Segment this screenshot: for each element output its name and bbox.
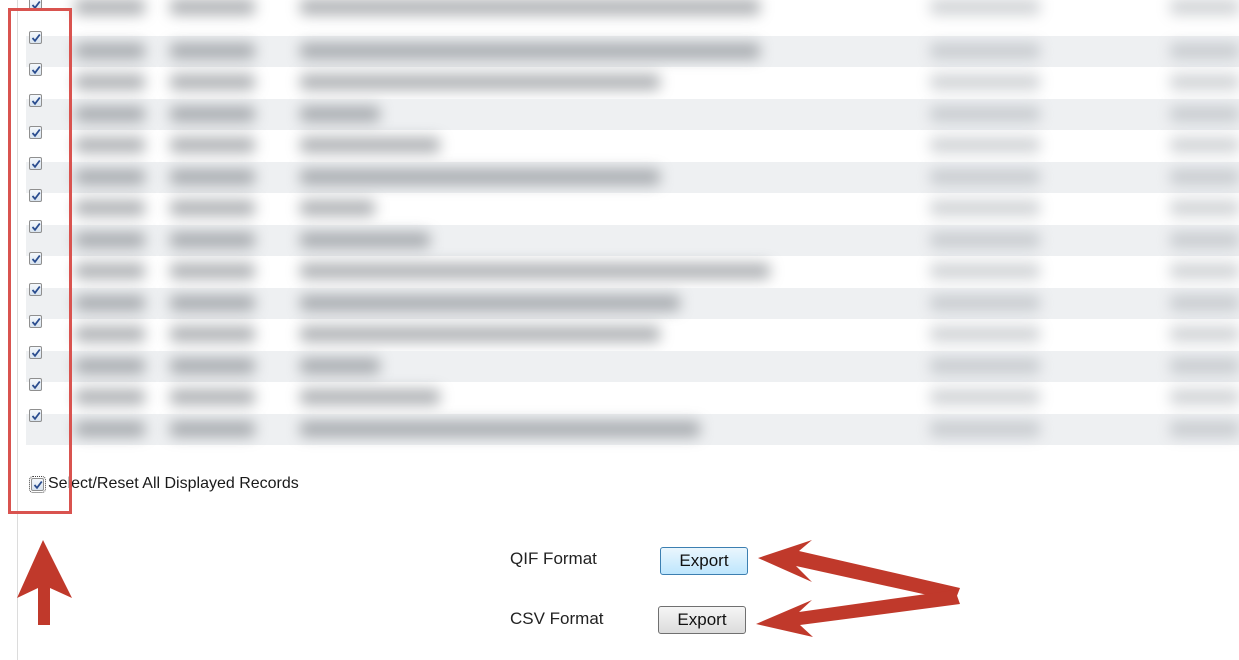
redacted-cell	[75, 42, 145, 59]
select-all-label: Select/Reset All Displayed Records	[48, 475, 299, 492]
table-row	[26, 287, 1239, 319]
redacted-cell	[930, 200, 1040, 216]
table-row	[26, 350, 1239, 382]
table-row	[26, 98, 1239, 130]
redacted-cell	[1170, 263, 1239, 279]
redacted-cell	[1170, 326, 1239, 342]
redacted-cell	[75, 168, 145, 185]
redacted-cell	[170, 357, 255, 374]
redacted-cell	[300, 137, 440, 153]
redacted-cell	[75, 357, 145, 374]
redacted-cell	[300, 74, 660, 90]
redacted-cell	[75, 326, 145, 342]
checkbox-column-highlight	[8, 8, 72, 514]
redacted-cell	[75, 137, 145, 153]
redacted-cell	[300, 326, 660, 342]
redacted-cell	[1170, 389, 1239, 405]
redacted-cell	[1170, 74, 1239, 90]
table-row	[26, 319, 1239, 350]
redacted-cell	[1170, 42, 1239, 59]
redacted-cell	[930, 420, 1040, 437]
table-row	[26, 0, 1239, 23]
redacted-cell	[170, 420, 255, 437]
redacted-cell	[170, 326, 255, 342]
redacted-cell	[170, 0, 255, 15]
redacted-cell	[170, 42, 255, 59]
redacted-cell	[170, 74, 255, 90]
redacted-cell	[1170, 420, 1239, 437]
redacted-cell	[170, 105, 255, 122]
csv-format-label: CSV Format	[510, 609, 604, 628]
redacted-cell	[930, 263, 1040, 279]
redacted-cell	[75, 420, 145, 437]
redacted-cell	[1170, 0, 1239, 15]
redacted-cell	[930, 389, 1040, 405]
redacted-cell	[930, 137, 1040, 153]
redacted-cell	[300, 200, 375, 216]
redacted-cell	[1170, 168, 1239, 185]
redacted-cell	[300, 263, 770, 279]
redacted-cell	[75, 74, 145, 90]
redacted-cell	[300, 42, 760, 59]
redacted-cell	[75, 231, 145, 248]
redacted-cell	[170, 389, 255, 405]
up-arrow-icon	[17, 540, 72, 625]
redacted-cell	[300, 231, 430, 248]
redacted-cell	[170, 294, 255, 311]
left-arrow-icon	[756, 590, 960, 637]
redacted-cell	[930, 74, 1040, 90]
redacted-cell	[1170, 231, 1239, 248]
redacted-cell	[75, 294, 145, 311]
redacted-cell	[1170, 105, 1239, 122]
redacted-cell	[170, 168, 255, 185]
redacted-cell	[930, 231, 1040, 248]
redacted-cell	[1170, 137, 1239, 153]
left-arrow-icon	[758, 540, 960, 601]
redacted-cell	[300, 389, 440, 405]
redacted-cell	[930, 294, 1040, 311]
qif-export-button[interactable]: Export	[660, 547, 748, 575]
redacted-cell	[300, 0, 760, 15]
table-row	[26, 130, 1239, 161]
redacted-cell	[930, 168, 1040, 185]
redacted-cell	[170, 200, 255, 216]
table-row	[26, 256, 1239, 287]
redacted-cell	[75, 0, 145, 15]
redacted-cell	[75, 263, 145, 279]
table-row	[26, 193, 1239, 224]
redacted-cell	[170, 263, 255, 279]
table-row	[26, 413, 1239, 445]
table-row	[26, 67, 1239, 98]
redacted-cell	[1170, 200, 1239, 216]
redacted-cell	[930, 326, 1040, 342]
redacted-cell	[930, 0, 1040, 15]
qif-format-label: QIF Format	[510, 549, 597, 568]
redacted-cell	[300, 294, 680, 311]
redacted-cell	[170, 137, 255, 153]
redacted-cell	[1170, 357, 1239, 374]
csv-export-button[interactable]: Export	[658, 606, 746, 634]
redacted-cell	[930, 42, 1040, 59]
redacted-cell	[75, 200, 145, 216]
redacted-cell	[170, 231, 255, 248]
redacted-cell	[300, 168, 660, 185]
table-row	[26, 161, 1239, 193]
redacted-cell	[75, 389, 145, 405]
table-row	[26, 224, 1239, 256]
redacted-cell	[930, 105, 1040, 122]
redacted-cell	[75, 105, 145, 122]
table-row	[26, 35, 1239, 67]
redacted-cell	[1170, 294, 1239, 311]
redacted-cell	[300, 105, 380, 122]
redacted-cell	[300, 420, 700, 437]
redacted-cell	[930, 357, 1040, 374]
redacted-cell	[300, 357, 380, 374]
table-row	[26, 382, 1239, 413]
